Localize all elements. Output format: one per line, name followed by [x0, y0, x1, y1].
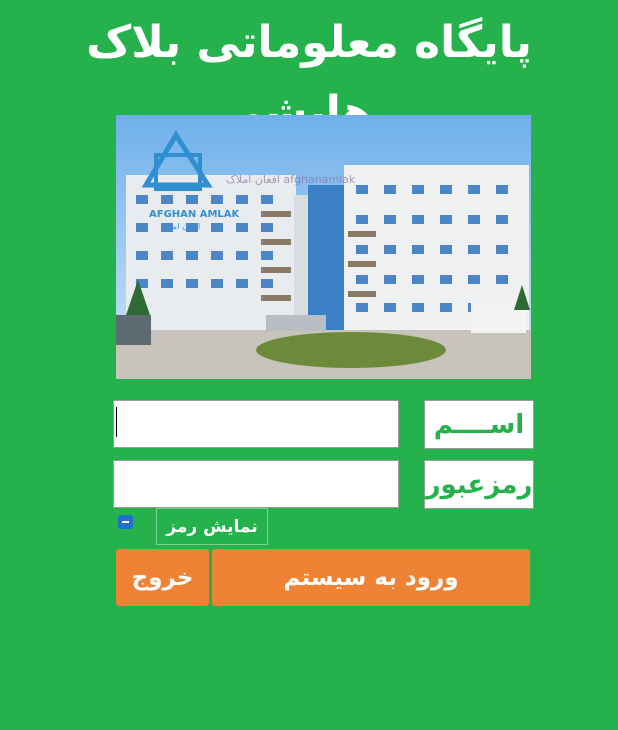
watermark-text: افغان املاک afghanamlak [226, 173, 356, 186]
show-password-label[interactable]: نمایش رمز [156, 508, 268, 545]
password-input[interactable] [113, 460, 399, 508]
text-caret [116, 407, 117, 437]
name-input[interactable] [113, 400, 399, 448]
name-label: اســــم [424, 400, 534, 449]
building-photo: AFGHAN AMLAK افغان املاک افغان املاک afg… [116, 115, 531, 379]
show-password-checkbox[interactable] [118, 515, 133, 529]
logo-text-local: افغان املاک [161, 222, 200, 231]
logo-text-latin: AFGHAN AMLAK [149, 209, 241, 220]
password-label: رمزعبور [424, 460, 534, 509]
checkbox-indeterminate-icon [122, 521, 129, 523]
exit-button[interactable]: خروج [116, 549, 209, 606]
login-button[interactable]: ورود به سیستم [212, 549, 530, 606]
